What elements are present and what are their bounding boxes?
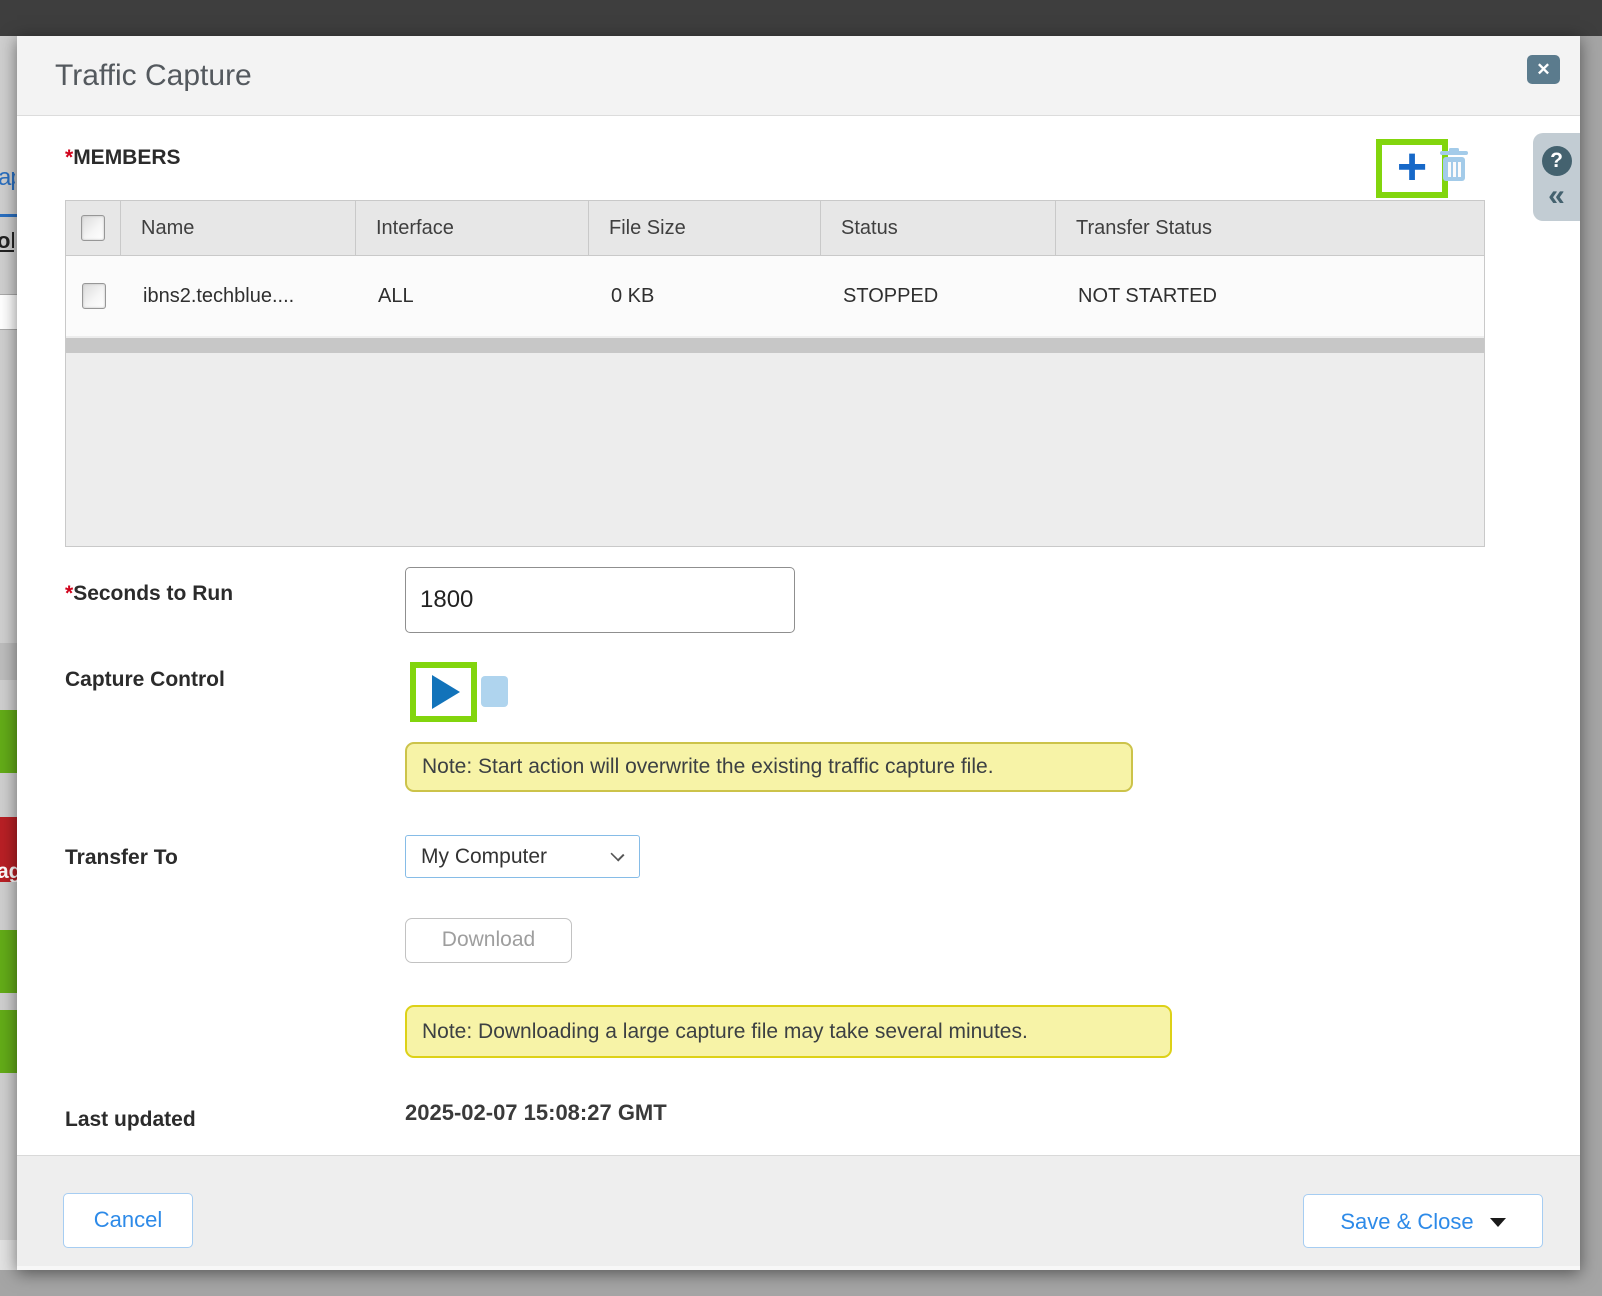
background-green-row bbox=[0, 930, 17, 993]
dialog-footer: Cancel Save & Close bbox=[17, 1155, 1580, 1270]
stop-capture-icon[interactable] bbox=[481, 676, 508, 707]
side-help-panel: ? « bbox=[1533, 133, 1580, 221]
transfer-to-select[interactable]: My Computer bbox=[405, 835, 640, 878]
start-overwrite-note: Note: Start action will overwrite the ex… bbox=[405, 742, 1133, 792]
column-header-status[interactable]: Status bbox=[821, 201, 1056, 255]
traffic-capture-dialog: Traffic Capture ✕ *MEMBERS + ? « Name In… bbox=[17, 36, 1580, 1270]
row-checkbox-cell bbox=[66, 283, 121, 309]
members-label: *MEMBERS bbox=[65, 146, 181, 170]
required-asterisk: * bbox=[65, 582, 73, 605]
add-member-icon[interactable]: + bbox=[1397, 147, 1427, 187]
download-duration-note: Note: Downloading a large capture file m… bbox=[405, 1005, 1172, 1058]
select-all-cell bbox=[66, 201, 121, 255]
background-green-row bbox=[0, 1010, 17, 1073]
save-and-close-label: Save & Close bbox=[1340, 1196, 1473, 1247]
delete-member-icon[interactable] bbox=[1438, 147, 1470, 183]
members-table: Name Interface File Size Status Transfer… bbox=[65, 200, 1485, 547]
seconds-to-run-label: *Seconds to Run bbox=[65, 582, 233, 606]
chevron-down-icon bbox=[610, 847, 624, 861]
column-header-transfer-status[interactable]: Transfer Status bbox=[1056, 201, 1484, 255]
transfer-to-value: My Computer bbox=[421, 845, 547, 869]
select-all-checkbox[interactable] bbox=[81, 215, 105, 241]
table-horizontal-scrollbar[interactable] bbox=[66, 338, 1484, 353]
save-and-close-button[interactable]: Save & Close bbox=[1303, 1194, 1543, 1248]
row-checkbox[interactable] bbox=[82, 283, 106, 309]
dialog-header: Traffic Capture ✕ bbox=[17, 36, 1580, 116]
last-updated-label: Last updated bbox=[65, 1108, 196, 1132]
close-icon[interactable]: ✕ bbox=[1527, 55, 1560, 84]
background-input-fragment bbox=[0, 294, 17, 330]
column-header-interface[interactable]: Interface bbox=[356, 201, 589, 255]
capture-control-label: Capture Control bbox=[65, 668, 225, 692]
seconds-to-run-input[interactable] bbox=[405, 567, 795, 633]
background-link-fragment: ap bbox=[0, 164, 15, 198]
last-updated-value: 2025-02-07 15:08:27 GMT bbox=[405, 1100, 667, 1126]
background-red-badge: ag bbox=[0, 817, 17, 882]
cell-transfer-status: NOT STARTED bbox=[1056, 285, 1484, 308]
highlight-play-button-annotation bbox=[410, 662, 477, 722]
members-table-header: Name Interface File Size Status Transfer… bbox=[66, 201, 1484, 256]
cell-status: STOPPED bbox=[821, 285, 1056, 308]
background-page-strip: ap ol ag bbox=[0, 36, 17, 1270]
table-row[interactable]: ibns2.techblue.... ALL 0 KB STOPPED NOT … bbox=[66, 256, 1484, 336]
background-toolbar-fragment bbox=[0, 643, 17, 680]
background-green-row bbox=[0, 710, 17, 773]
help-icon[interactable]: ? bbox=[1542, 146, 1572, 176]
cell-interface: ALL bbox=[356, 285, 589, 308]
column-header-file-size[interactable]: File Size bbox=[589, 201, 821, 255]
collapse-panel-icon[interactable]: « bbox=[1548, 184, 1565, 208]
browser-top-bar bbox=[0, 0, 1602, 36]
download-button[interactable]: Download bbox=[405, 918, 572, 963]
dropdown-caret-icon[interactable] bbox=[1490, 1218, 1506, 1227]
cell-member-name: ibns2.techblue.... bbox=[121, 285, 356, 308]
transfer-to-label: Transfer To bbox=[65, 846, 178, 870]
required-asterisk: * bbox=[65, 146, 73, 169]
background-tab-underline bbox=[0, 214, 17, 217]
background-heading-fragment: ol bbox=[0, 228, 14, 258]
start-capture-icon[interactable] bbox=[432, 675, 460, 709]
column-header-name[interactable]: Name bbox=[121, 201, 356, 255]
background-footer-fragment bbox=[0, 1240, 17, 1270]
dialog-title: Traffic Capture bbox=[55, 36, 252, 116]
cancel-button[interactable]: Cancel bbox=[63, 1193, 193, 1248]
cell-file-size: 0 KB bbox=[589, 285, 821, 308]
